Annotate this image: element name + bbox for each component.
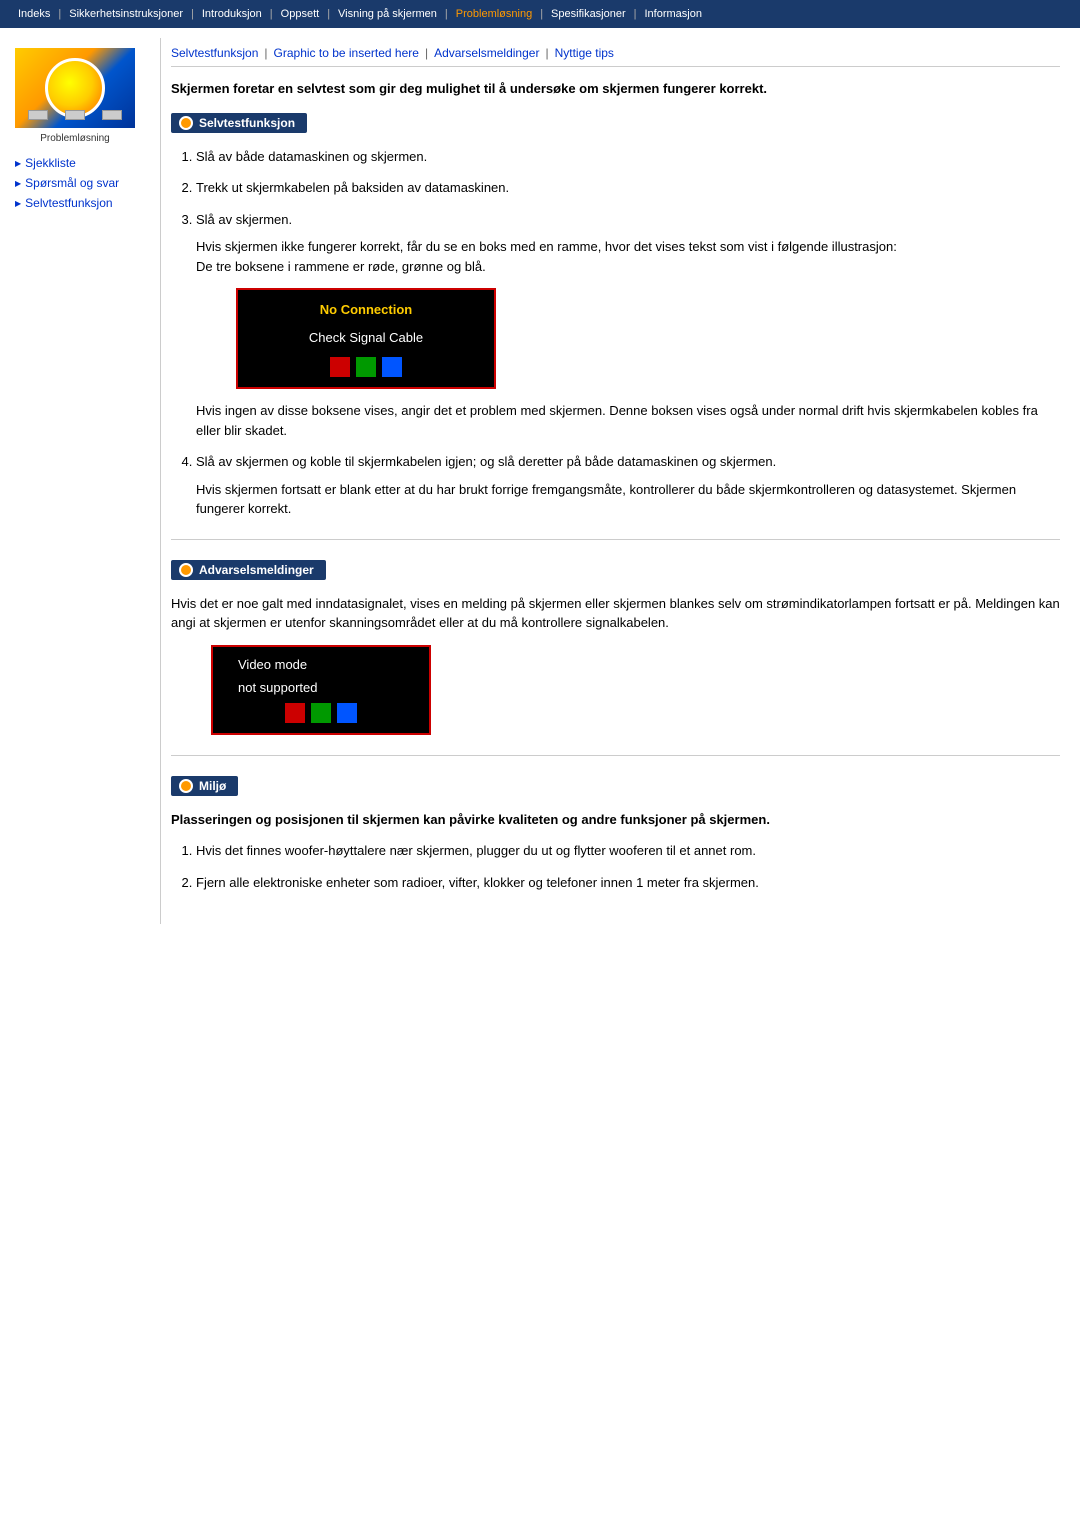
signal-box: No Connection Check Signal Cable xyxy=(236,288,496,389)
selvtest-dot xyxy=(179,116,193,130)
breadcrumb-graphic[interactable]: Graphic to be inserted here xyxy=(274,46,419,60)
sidebar-logo xyxy=(15,48,135,128)
sidebar-product-label: Problemløsning xyxy=(15,133,135,144)
nav-sikkerhet[interactable]: Sikkerhetsinstruksjoner xyxy=(61,6,191,22)
selvtest-steps: Slå av både datamaskinen og skjermen. Tr… xyxy=(171,147,1060,519)
selvtest-step-2: Trekk ut skjermkabelen på baksiden av da… xyxy=(196,178,1060,198)
video-box-line2: not supported xyxy=(228,680,414,695)
miljo-intro: Plasseringen og posisjonen til skjermen … xyxy=(171,810,1060,830)
breadcrumb: Selvtestfunksjon | Graphic to be inserte… xyxy=(171,46,1060,67)
nav-visning[interactable]: Visning på skjermen xyxy=(330,6,445,22)
selvtest-para3: Hvis skjermen fortsatt er blank etter at… xyxy=(196,480,1060,519)
dot-green xyxy=(356,357,376,377)
advarsel-dot xyxy=(179,563,193,577)
nav-spesifikasjoner[interactable]: Spesifikasjoner xyxy=(543,6,634,22)
miljo-header-label: Miljø xyxy=(199,779,226,793)
breadcrumb-sep1: | xyxy=(264,46,267,60)
advarsel-header: Advarselsmeldinger xyxy=(171,560,326,580)
nav-indeks[interactable]: Indeks xyxy=(10,6,58,22)
dot-red xyxy=(330,357,350,377)
selvtest-step-3: Slå av skjermen. Hvis skjermen ikke fung… xyxy=(196,210,1060,441)
video-dot-green xyxy=(311,703,331,723)
nav-problem[interactable]: Problemløsning xyxy=(448,6,540,22)
selvtest-para1: Hvis skjermen ikke fungerer korrekt, får… xyxy=(196,237,1060,276)
breadcrumb-selvtest[interactable]: Selvtestfunksjon xyxy=(171,46,258,60)
miljo-step-1: Hvis det finnes woofer-høyttalere nær sk… xyxy=(196,841,1060,861)
video-dot-blue xyxy=(337,703,357,723)
selvtest-header: Selvtestfunksjon xyxy=(171,113,307,133)
miljo-dot xyxy=(179,779,193,793)
sidebar: Problemløsning Sjekkliste Spørsmål og sv… xyxy=(0,38,160,924)
video-box-dots xyxy=(228,703,414,723)
breadcrumb-advarsel[interactable]: Advarselsmeldinger xyxy=(434,46,539,60)
miljo-steps: Hvis det finnes woofer-høyttalere nær sk… xyxy=(171,841,1060,892)
advarsel-header-label: Advarselsmeldinger xyxy=(199,563,314,577)
miljo-step-2: Fjern alle elektroniske enheter som radi… xyxy=(196,873,1060,893)
video-box-line1: Video mode xyxy=(228,657,414,672)
intro-text: Skjermen foretar en selvtest som gir deg… xyxy=(171,79,1060,99)
nav-informasjon[interactable]: Informasjon xyxy=(637,6,710,22)
sidebar-link-selvtest[interactable]: Selvtestfunksjon xyxy=(15,196,150,210)
selvtest-header-label: Selvtestfunksjon xyxy=(199,116,295,130)
divider-2 xyxy=(171,755,1060,756)
selvtest-para2: Hvis ingen av disse boksene vises, angir… xyxy=(196,401,1060,440)
signal-box-sub: Check Signal Cable xyxy=(253,328,479,348)
nav-oppsett[interactable]: Oppsett xyxy=(273,6,328,22)
top-navigation: Indeks | Sikkerhetsinstruksjoner | Intro… xyxy=(0,0,1080,28)
selvtest-step-4: Slå av skjermen og koble til skjermkabel… xyxy=(196,452,1060,519)
main-layout: Problemløsning Sjekkliste Spørsmål og sv… xyxy=(0,28,1080,934)
breadcrumb-sep3: | xyxy=(545,46,548,60)
miljo-header: Miljø xyxy=(171,776,238,796)
video-box: Video mode not supported xyxy=(211,645,431,735)
signal-box-dots xyxy=(253,357,479,377)
sidebar-link-sporsmal[interactable]: Spørsmål og svar xyxy=(15,176,150,190)
breadcrumb-nyttige[interactable]: Nyttige tips xyxy=(555,46,614,60)
nav-introduksjon[interactable]: Introduksjon xyxy=(194,6,270,22)
advarsel-para1: Hvis det er noe galt med inndatasignalet… xyxy=(171,594,1060,633)
dot-blue xyxy=(382,357,402,377)
video-dot-red xyxy=(285,703,305,723)
selvtest-step-1: Slå av både datamaskinen og skjermen. xyxy=(196,147,1060,167)
signal-box-title: No Connection xyxy=(253,300,479,320)
sidebar-link-sjekkliste[interactable]: Sjekkliste xyxy=(15,156,150,170)
content-area: Selvtestfunksjon | Graphic to be inserte… xyxy=(160,38,1080,924)
logo-flower xyxy=(45,58,105,118)
breadcrumb-sep2: | xyxy=(425,46,428,60)
divider-1 xyxy=(171,539,1060,540)
logo-bar xyxy=(15,110,135,120)
